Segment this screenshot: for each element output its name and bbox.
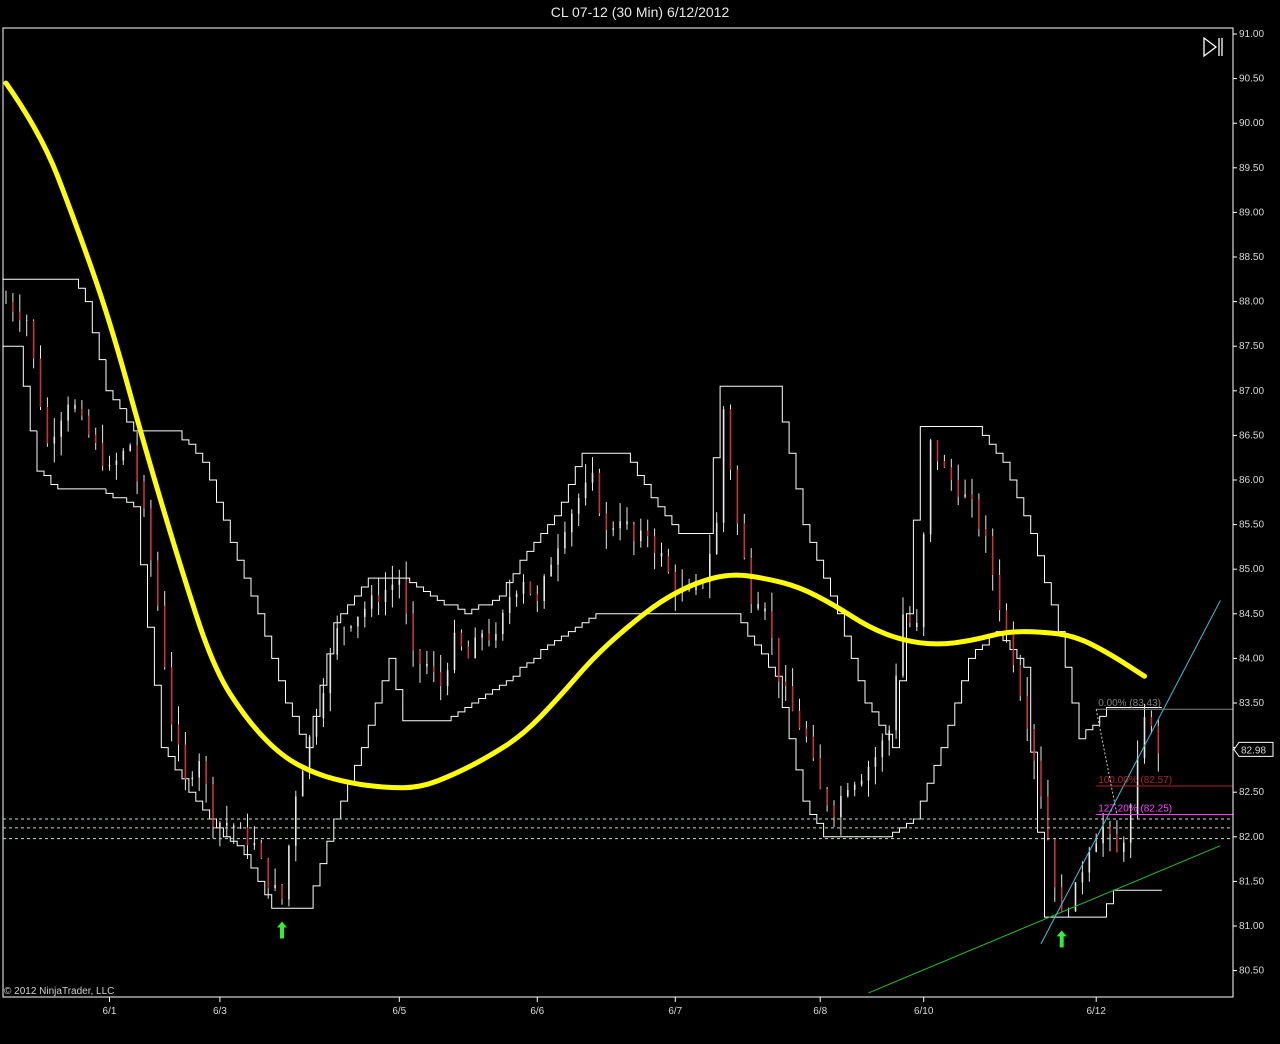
y-tick-label: 86.50	[1239, 430, 1264, 441]
envelope-bands	[2, 278, 1162, 918]
signal-arrows	[277, 921, 1067, 948]
x-tick-label: 6/1	[103, 1006, 117, 1017]
y-tick-label: 90.50	[1239, 74, 1264, 85]
play-pause-icon[interactable]	[1202, 36, 1224, 58]
up-arrow-icon	[277, 921, 287, 939]
y-tick-label: 84.50	[1239, 609, 1264, 620]
y-tick-label: 84.00	[1239, 653, 1264, 664]
y-tick-label: 81.00	[1239, 921, 1264, 932]
plot-frame	[2, 27, 1234, 998]
x-tick-label: 6/5	[392, 1006, 406, 1017]
y-tick-label: 85.50	[1239, 520, 1264, 531]
y-tick-label: 83.50	[1239, 698, 1264, 709]
last-price-label: 82.98	[1241, 745, 1266, 756]
x-tick-label: 6/10	[914, 1006, 934, 1017]
x-tick-label: 6/7	[668, 1006, 682, 1017]
y-tick-label: 89.50	[1239, 163, 1264, 174]
smooth-curve-line	[3, 80, 1147, 791]
last-price-marker: 82.98	[1233, 741, 1274, 757]
trend-lines	[868, 600, 1221, 994]
x-tick-label: 6/6	[530, 1006, 544, 1017]
trend-line-cyan	[1040, 600, 1221, 945]
y-tick-label: 82.00	[1239, 832, 1264, 843]
fibonacci-levels: 0.00% (83.43)100.00% (82.57)127.20% (82.…	[1095, 698, 1233, 815]
fib-connector-line	[1095, 709, 1118, 815]
y-tick-label: 85.00	[1239, 564, 1264, 575]
envelope-lower-line	[2, 345, 1162, 918]
y-tick-label: 87.00	[1239, 386, 1264, 397]
y-tick-label: 81.50	[1239, 876, 1264, 887]
y-tick-label: 90.00	[1239, 118, 1264, 129]
envelope-upper-line	[2, 278, 1162, 749]
price-bars	[5, 290, 1160, 918]
y-tick-label: 88.50	[1239, 252, 1264, 263]
x-tick-label: 6/12	[1086, 1006, 1106, 1017]
chart-frame	[2, 27, 1234, 998]
y-tick-label: 82.50	[1239, 787, 1264, 798]
y-axis: 91.00 90.50 90.00 89.50 89.00 88.50 88.00 87.50…	[1232, 28, 1264, 997]
up-arrow-icon	[1056, 930, 1067, 948]
fib-level-label: 0.00% (83.43)	[1098, 698, 1161, 709]
x-tick-label: 6/3	[213, 1006, 227, 1017]
x-axis: 6/1 6/3 6/5 6/6 6/7 6/8 6/10 6/12	[103, 997, 1106, 1017]
price-chart[interactable]: 0.00% (83.43)100.00% (82.57)127.20% (82.…	[0, 0, 1280, 1044]
y-tick-label: 87.50	[1239, 341, 1264, 352]
smooth-curve	[3, 80, 1147, 791]
y-tick-label: 91.00	[1239, 29, 1264, 40]
copyright-label: © 2012 NinjaTrader, LLC	[4, 986, 115, 997]
y-tick-label: 86.00	[1239, 475, 1264, 486]
y-tick-label: 89.00	[1239, 207, 1264, 218]
x-tick-label: 6/8	[813, 1006, 827, 1017]
fib-level-label: 127.20% (82.25)	[1098, 804, 1172, 815]
y-tick-label: 88.00	[1239, 297, 1264, 308]
y-tick-label: 80.50	[1239, 966, 1264, 977]
